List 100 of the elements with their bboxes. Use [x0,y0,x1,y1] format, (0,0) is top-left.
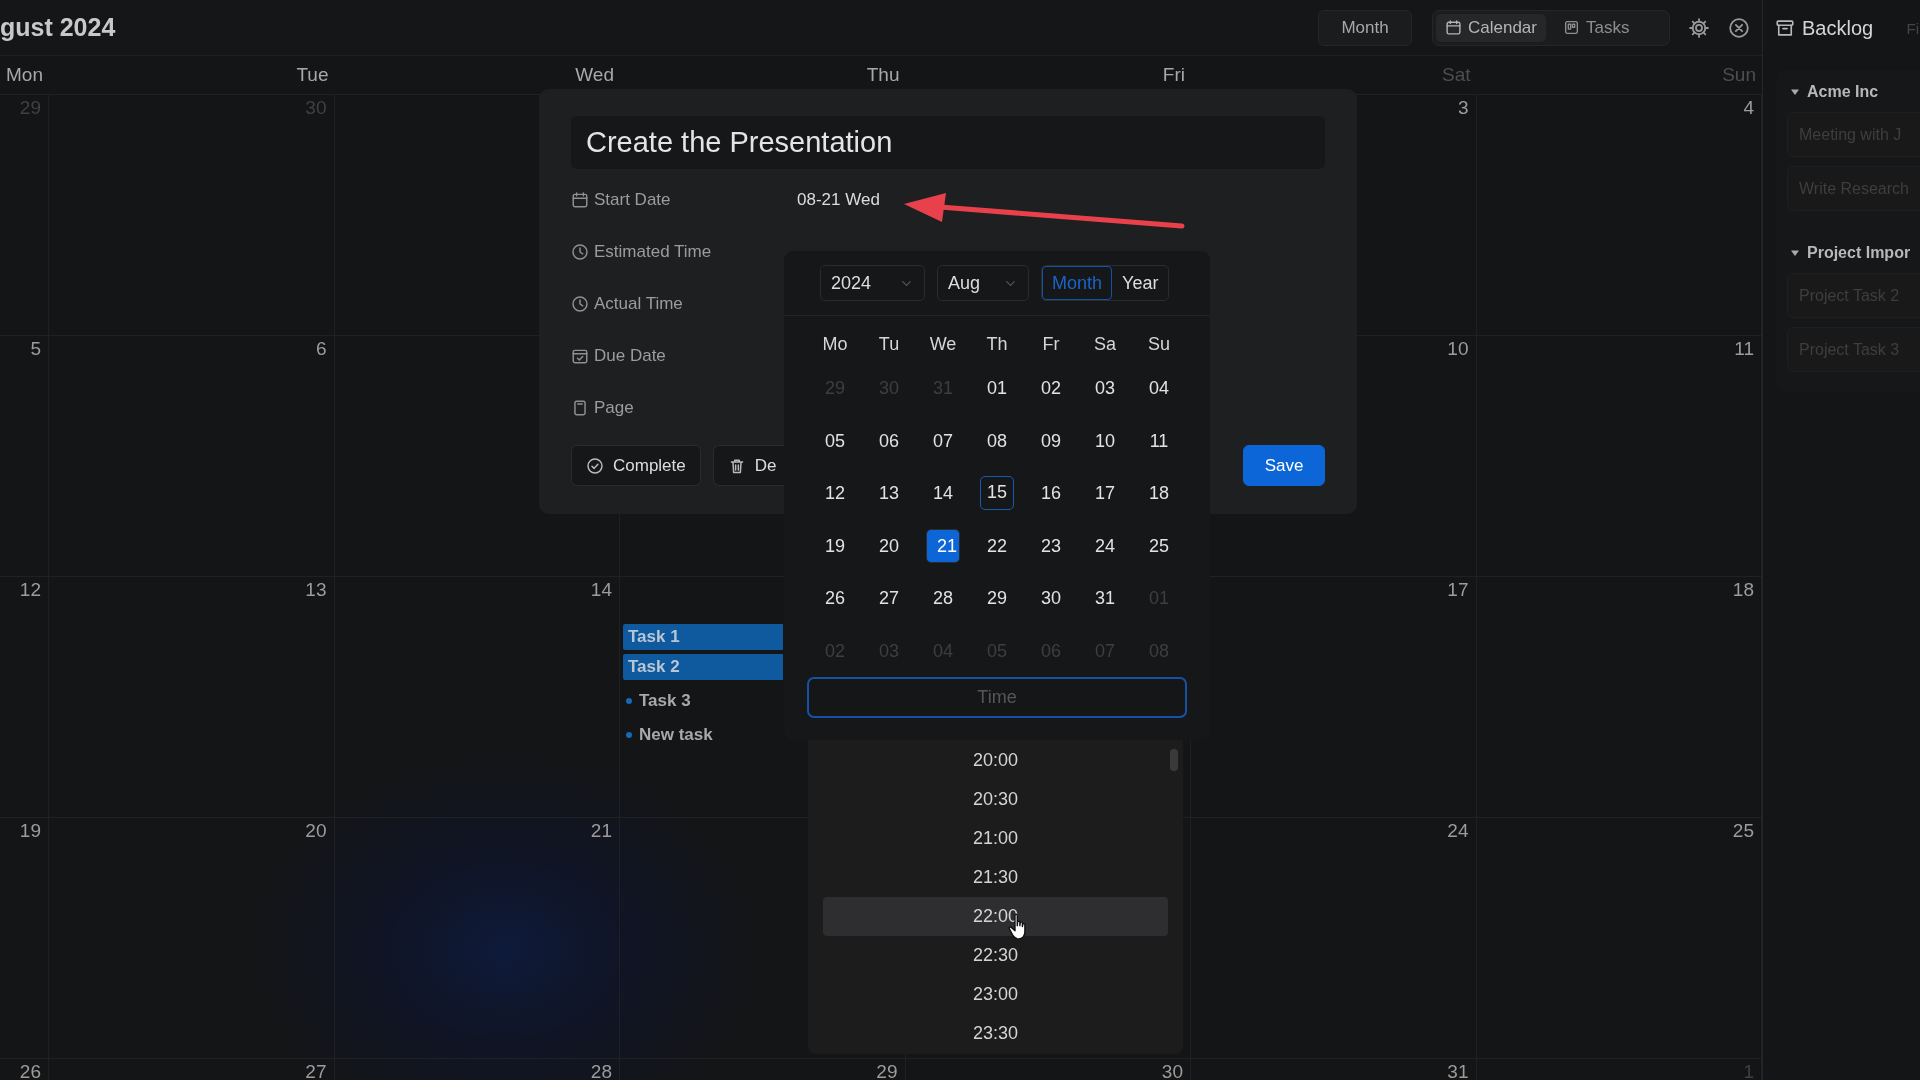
time-option[interactable]: 22:00 [823,897,1168,936]
year-select[interactable]: 2024 [820,265,925,301]
time-option[interactable]: 23:00 [823,975,1168,1014]
task-title[interactable]: Task 3 [639,691,691,711]
date-cell[interactable]: 25 [1142,528,1176,563]
task-title[interactable]: New task [639,725,713,745]
day-number: 28 [590,1062,612,1080]
date-cell[interactable]: 18 [1142,476,1176,511]
weekday-label: Mo [821,332,849,355]
date-cell[interactable]: 11 [1142,423,1176,458]
scrollbar-thumb[interactable] [1170,749,1178,771]
field-label: Actual Time [594,294,683,314]
weekday-label: Sat [1440,64,1472,86]
close-icon[interactable] [1728,16,1750,39]
day-number: 12 [19,580,41,600]
date-cell[interactable]: 13 [872,476,906,511]
time-option[interactable]: 22:30 [823,936,1168,975]
check-circle-icon [586,456,604,475]
date-cell[interactable]: 24 [1088,528,1122,563]
month-view-button[interactable]: Month [1318,9,1412,46]
weekday-label: Tue [295,64,330,86]
date-cell[interactable]: 20 [872,528,906,563]
time-option[interactable]: 20:30 [823,780,1168,819]
time-option[interactable]: 21:30 [823,858,1168,897]
date-cell[interactable]: 30 [1034,581,1068,616]
title-field[interactable]: Create the Presentation [571,116,1325,169]
date-cell[interactable]: 02 [1034,371,1068,406]
clock-icon [571,295,589,313]
month-title: gust 2024 [0,13,116,42]
day-number: 11 [1734,339,1754,359]
date-cell[interactable]: 19 [818,528,852,563]
date-cell[interactable]: 17 [1088,476,1122,511]
day-number: 30 [1161,1062,1183,1080]
weekday-label: Tu [877,332,901,355]
task-dot [626,732,632,738]
save-button[interactable]: Save [1243,445,1325,486]
mode-tab[interactable]: Year [1112,266,1169,300]
date-cell[interactable]: 04 [1142,371,1176,406]
day-number: 21 [590,821,612,841]
settings-icon[interactable] [1688,16,1710,39]
day-number: 3 [1457,98,1469,118]
day-number: 17 [1447,580,1469,600]
day-number: 4 [1743,98,1754,118]
time-field[interactable]: Time [807,677,1187,718]
delete-button[interactable]: De [712,445,785,486]
weekday-label: Th [985,332,1009,355]
field-value[interactable]: 08-21 Wed [797,190,880,210]
task-dot [626,698,632,704]
task-bar[interactable]: Task 2 [623,654,783,680]
date-cell[interactable]: 29 [980,581,1014,616]
view-tab[interactable]: Calendar [1436,13,1546,42]
date-cell[interactable]: 16 [1034,476,1068,511]
date-cell[interactable]: 15 [980,476,1014,511]
date-cell[interactable]: 22 [980,528,1014,563]
date-cell[interactable]: 01 [980,371,1014,406]
date-cell[interactable]: 05 [818,423,852,458]
date-cell[interactable]: 26 [818,581,852,616]
date-cell[interactable]: 28 [926,581,960,616]
caret-icon[interactable] [1790,248,1800,258]
view-tab[interactable]: Tasks [1554,13,1639,42]
page-icon [571,399,589,417]
date-cell[interactable]: 06 [872,423,906,458]
weekday-label: Su [1147,332,1171,355]
month-value: Aug [948,272,981,294]
month-select[interactable]: Aug [937,265,1029,301]
date-cell[interactable]: 14 [926,476,960,511]
date-cell[interactable]: 03 [1088,371,1122,406]
date-cell[interactable]: 21 [926,528,960,563]
day-number: 18 [1732,580,1754,600]
caret-icon[interactable] [1790,87,1800,97]
group-title: Project Impor [1807,244,1911,262]
time-option[interactable]: 20:00 [823,741,1168,780]
task-bar[interactable]: Task 1 [623,624,783,650]
board-icon [1563,19,1580,36]
date-cell[interactable]: 09 [1034,423,1068,458]
time-option[interactable]: 23:30 [823,1014,1168,1053]
day-number: 24 [1447,821,1469,841]
date-cell[interactable]: 23 [1034,528,1068,563]
time-option[interactable]: 21:00 [823,819,1168,858]
day-number: 29 [876,1062,898,1080]
date-cell[interactable]: 31 [1088,581,1122,616]
day-number: 27 [305,1062,327,1080]
day-number: 31 [1447,1062,1469,1080]
year-value: 2024 [831,272,872,294]
complete-button[interactable]: Complete [571,445,701,486]
calendar-check-icon [571,347,589,365]
weekday-label: Mon [5,64,44,86]
day-number: 20 [305,821,327,841]
field-label: Page [594,398,634,418]
date-cell[interactable]: 10 [1088,423,1122,458]
calendar-icon [1445,19,1462,36]
date-cell[interactable]: 08 [980,423,1014,458]
field-label: Due Date [594,346,666,366]
day-number: 26 [19,1062,41,1080]
date-cell[interactable]: 27 [872,581,906,616]
date-cell[interactable]: 07 [926,423,960,458]
date-cell[interactable]: 12 [818,476,852,511]
weekday-label: Fr [1041,332,1061,355]
field-label: Estimated Time [594,242,712,262]
day-number: 13 [305,580,327,600]
